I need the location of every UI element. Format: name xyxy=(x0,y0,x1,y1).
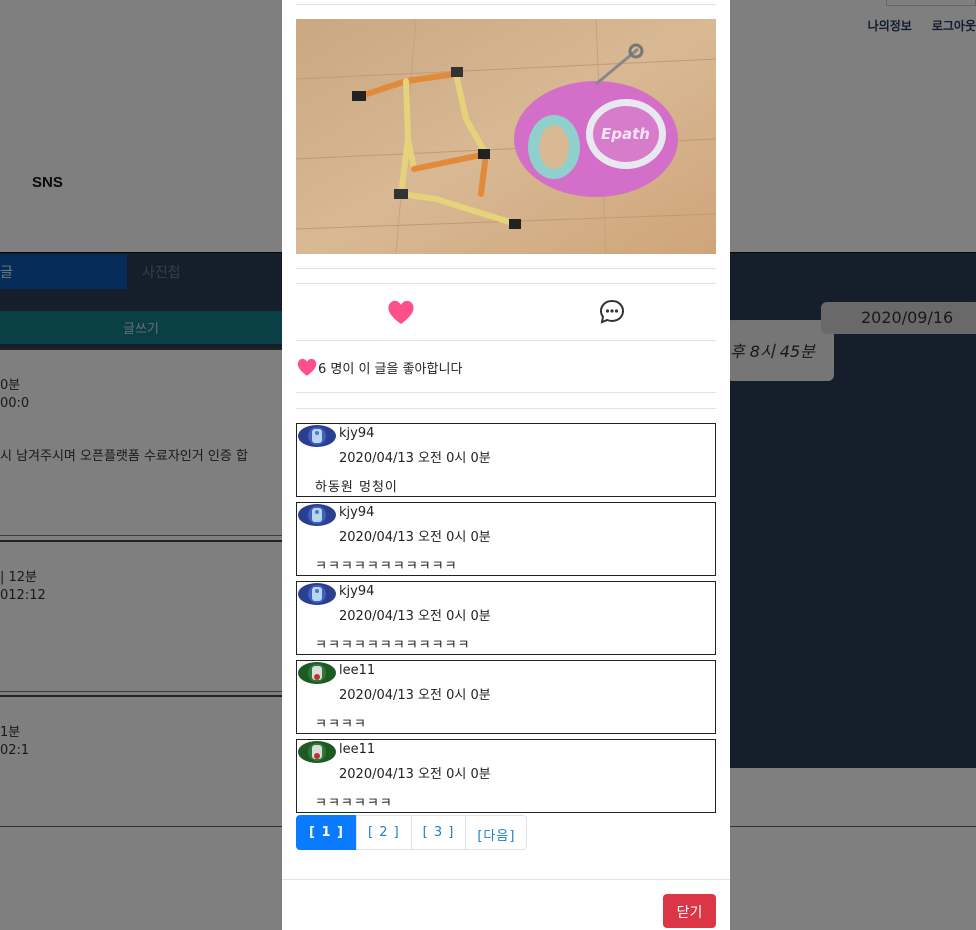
comment-date: 2020/04/13 오전 0시 0분 xyxy=(339,530,491,545)
avatar[interactable] xyxy=(298,504,336,526)
post-detail-modal: Epath 6 명이 이 글을 좋아합니다 kjy94 2020/04/13 오전… xyxy=(282,0,730,930)
likes-summary: 6 명이 이 글을 좋아합니다 xyxy=(296,356,462,378)
small-heart-icon xyxy=(297,358,317,376)
comment-text: ㅋㅋㅋㅋㅋㅋㅋㅋㅋㅋㅋㅋ xyxy=(315,638,471,653)
likes-text: 6 명이 이 글을 좋아합니다 xyxy=(318,361,463,377)
comment-item: lee11 2020/04/13 오전 0시 0분 ㅋㅋㅋㅋㅋㅋ xyxy=(296,739,716,813)
next-page-button[interactable]: [다음] xyxy=(465,815,528,850)
comment-username[interactable]: lee11 xyxy=(339,663,375,678)
close-button[interactable]: 닫기 xyxy=(663,894,716,928)
divider xyxy=(296,283,716,284)
comment-username[interactable]: kjy94 xyxy=(339,426,374,441)
comment-date: 2020/04/13 오전 0시 0분 xyxy=(339,767,491,782)
avatar[interactable] xyxy=(298,425,336,447)
modal-footer-divider xyxy=(282,879,730,880)
post-photo: Epath xyxy=(296,19,716,254)
comment-username[interactable]: kjy94 xyxy=(339,505,374,520)
comment-list: kjy94 2020/04/13 오전 0시 0분 하동원 멍청이 kjy94 2020… xyxy=(296,423,716,818)
pagination: [ 1 ] [ 2 ] [ 3 ] [다음] xyxy=(296,815,528,850)
divider xyxy=(296,268,716,269)
divider xyxy=(296,392,716,393)
comment-item: kjy94 2020/04/13 오전 0시 0분 ㅋㅋㅋㅋㅋㅋㅋㅋㅋㅋㅋㅋ xyxy=(296,581,716,655)
comment-text: ㅋㅋㅋㅋㅋㅋ xyxy=(315,796,393,811)
comment-item: lee11 2020/04/13 오전 0시 0분 ㅋㅋㅋㅋ xyxy=(296,660,716,734)
comment-date: 2020/04/13 오전 0시 0분 xyxy=(339,451,491,466)
avatar[interactable] xyxy=(298,741,336,763)
avatar[interactable] xyxy=(298,662,336,684)
divider xyxy=(296,408,716,409)
comment-item: kjy94 2020/04/13 오전 0시 0분하동원 멍청이 xyxy=(296,423,716,497)
comment-text: ㅋㅋㅋㅋ xyxy=(315,717,367,732)
comment-username[interactable]: kjy94 xyxy=(339,584,374,599)
page-3-button[interactable]: [ 3 ] xyxy=(410,815,467,850)
svg-text:Epath: Epath xyxy=(601,125,650,143)
divider xyxy=(296,4,716,5)
comment-item: kjy94 2020/04/13 오전 0시 0분 ㅋㅋㅋㅋㅋㅋㅋㅋㅋㅋㅋ xyxy=(296,502,716,576)
page-2-button[interactable]: [ 2 ] xyxy=(355,815,412,850)
harness-leash-photo: Epath xyxy=(296,19,716,254)
comment-username[interactable]: lee11 xyxy=(339,742,375,757)
avatar[interactable] xyxy=(298,583,336,605)
comment-text: ㅋㅋㅋㅋㅋㅋㅋㅋㅋㅋㅋ xyxy=(315,559,458,574)
comment-text: 하동원 멍청이 xyxy=(315,480,398,495)
heart-icon xyxy=(388,300,414,324)
page-1-button[interactable]: [ 1 ] xyxy=(296,815,357,850)
comment-button[interactable] xyxy=(597,297,627,327)
chat-bubble-icon xyxy=(599,299,625,324)
like-button[interactable] xyxy=(386,297,416,327)
comment-date: 2020/04/13 오전 0시 0분 xyxy=(339,609,491,624)
comment-date: 2020/04/13 오전 0시 0분 xyxy=(339,688,491,703)
divider xyxy=(296,340,716,341)
